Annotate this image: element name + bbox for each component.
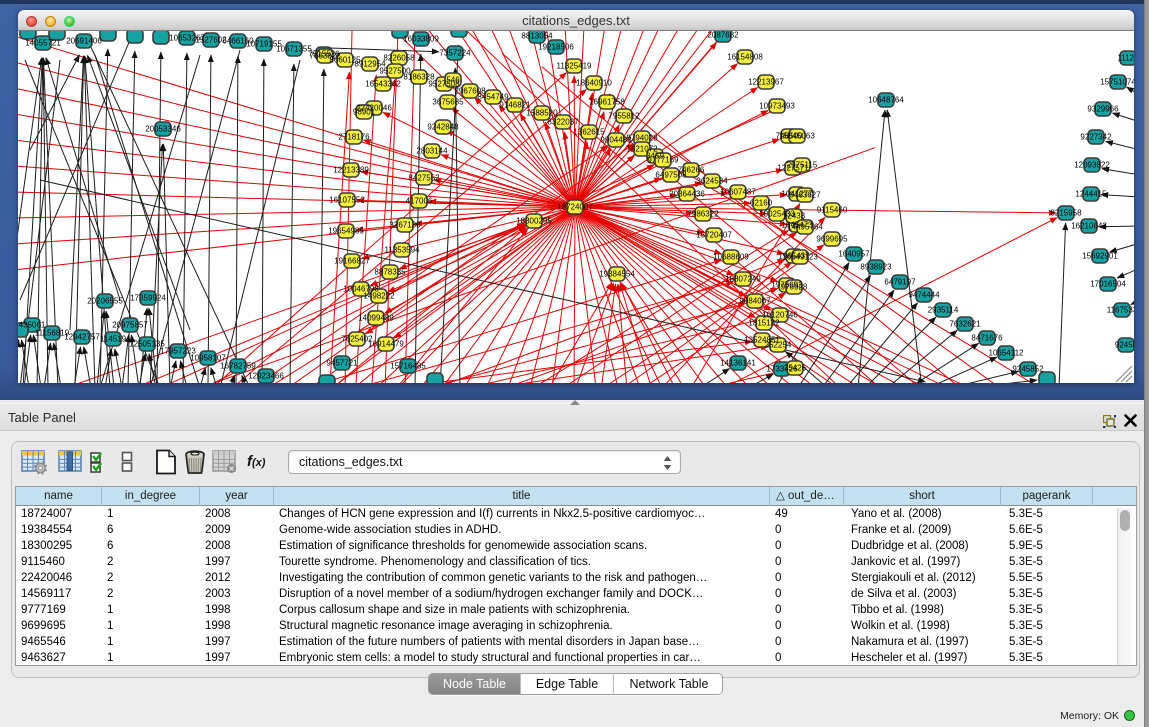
svg-text:9794028: 9794028 [626,134,658,143]
svg-text:9474444: 9474444 [908,291,940,300]
svg-text:19166827: 19166827 [334,257,370,266]
svg-text:2935114: 2935114 [928,306,959,315]
svg-text:16549123: 16549123 [782,253,818,262]
svg-text:18300295: 18300295 [516,217,552,226]
svg-text:19218506: 19218506 [538,43,574,52]
svg-text:8215958: 8215958 [1050,209,1082,218]
svg-text:1815132: 1815132 [748,319,780,328]
svg-text:1640957: 1640957 [838,250,870,259]
svg-text:19654985: 19654985 [328,227,364,236]
svg-text:11325419: 11325419 [557,62,593,71]
svg-text:7357224: 7357224 [439,49,471,58]
svg-text:11353594: 11353594 [385,246,421,255]
svg-text:1167533: 1167533 [1107,306,1134,315]
svg-text:7632621: 7632621 [949,320,981,329]
svg-text:9457721: 9457721 [326,359,358,368]
svg-text:16107552: 16107552 [329,196,365,205]
svg-text:10648764: 10648764 [868,96,904,105]
svg-text:14495764: 14495764 [787,223,823,232]
svg-text:8427552: 8427552 [408,174,440,183]
svg-text:20364436: 20364436 [669,190,705,199]
svg-text:3624534: 3624534 [696,177,728,186]
svg-text:12433: 12433 [783,212,806,221]
svg-text:8226058: 8226058 [383,54,415,63]
svg-text:9245852: 9245852 [1012,365,1044,374]
svg-text:16782759: 16782759 [220,362,256,371]
svg-text:1498222: 1498222 [363,292,395,301]
svg-text:16033809: 16033809 [403,35,439,44]
svg-text:9463627: 9463627 [789,191,821,200]
svg-text:12093822: 12093822 [1074,161,1110,170]
svg-text:12923466: 12923466 [248,372,284,381]
svg-text:92450: 92450 [1115,341,1134,350]
svg-text:1588520: 1588520 [526,109,558,118]
svg-text:18640910: 18640910 [576,79,612,88]
svg-text:9242848: 9242848 [427,123,459,132]
svg-text:9084067: 9084067 [739,297,771,306]
svg-text:546: 546 [446,76,460,85]
svg-text:15692901: 15692901 [1082,252,1118,261]
svg-text:2803144: 2803144 [416,147,448,156]
svg-text:9777169: 9777169 [647,156,679,165]
svg-text:12213967: 12213967 [748,78,784,87]
svg-text:20053346: 20053346 [145,125,181,134]
svg-text:3267130: 3267130 [389,221,421,230]
svg-text:7986322: 7986322 [687,210,719,219]
svg-text:20206555: 20206555 [87,297,123,306]
svg-text:976928: 976928 [781,283,808,292]
svg-text:15720407: 15720407 [696,231,732,240]
svg-text:62160: 62160 [750,199,773,208]
svg-text:8322037: 8322037 [547,118,579,127]
svg-text:35426: 35426 [784,364,807,373]
svg-text:12213389: 12213389 [333,166,369,175]
svg-text:14099489: 14099489 [358,314,394,323]
svg-text:6479197: 6479197 [884,278,916,287]
svg-text:417006: 417006 [406,197,433,206]
svg-text:16210643: 16210643 [1071,222,1107,231]
svg-text:17016504: 17016504 [1090,280,1126,289]
svg-text:98901: 98901 [353,108,376,117]
svg-text:16961758: 16961758 [589,98,625,107]
svg-text:8471676: 8471676 [971,334,1003,343]
svg-text:10671355: 10671355 [276,45,312,54]
svg-text:10607487: 10607487 [720,188,756,197]
svg-text:2718176: 2718176 [338,133,370,142]
svg-text:9227342: 9227342 [1080,133,1112,142]
svg-text:15751074: 15751074 [1100,78,1134,87]
svg-text:20691406: 20691406 [66,37,102,46]
svg-text:15045063: 15045063 [779,132,815,141]
svg-text:8878335: 8878335 [374,268,406,277]
svg-text:9115460: 9115460 [817,206,848,215]
svg-text:12942757: 12942757 [64,333,100,342]
svg-text:9329966: 9329966 [1087,105,1119,114]
svg-text:14055721: 14055721 [25,39,61,48]
svg-text:18807249: 18807249 [725,275,761,284]
svg-text:9699695: 9699695 [816,235,848,244]
svg-text:18724007: 18724007 [557,203,593,212]
svg-text:10973493: 10973493 [759,102,795,111]
svg-text:14136141: 14136141 [720,359,756,368]
svg-text:114519: 114519 [100,335,127,344]
svg-text:2087682: 2087682 [707,31,739,40]
svg-text:8813054: 8813054 [521,32,553,41]
svg-text:2975115: 2975115 [787,161,818,170]
svg-text:10654112: 10654112 [989,349,1025,358]
svg-text:16543362: 16543362 [365,80,401,89]
svg-text:3675685: 3675685 [432,98,464,107]
svg-text:8938923: 8938923 [860,263,892,272]
svg-text:10688609: 10688609 [713,253,749,262]
svg-text:7955812: 7955812 [608,112,640,121]
svg-text:6497508: 6497508 [655,171,687,180]
svg-text:16914479: 16914479 [368,340,404,349]
svg-text:252254: 252254 [765,341,792,350]
svg-text:1244415: 1244415 [1075,190,1107,199]
svg-text:19384554: 19384554 [599,270,635,279]
svg-text:20975857: 20975857 [112,321,148,330]
svg-text:11123: 11123 [1117,54,1134,63]
svg-text:15716485: 15716485 [390,362,426,371]
svg-text:16154808: 16154808 [727,53,763,62]
svg-text:17359924: 17359924 [130,294,166,303]
